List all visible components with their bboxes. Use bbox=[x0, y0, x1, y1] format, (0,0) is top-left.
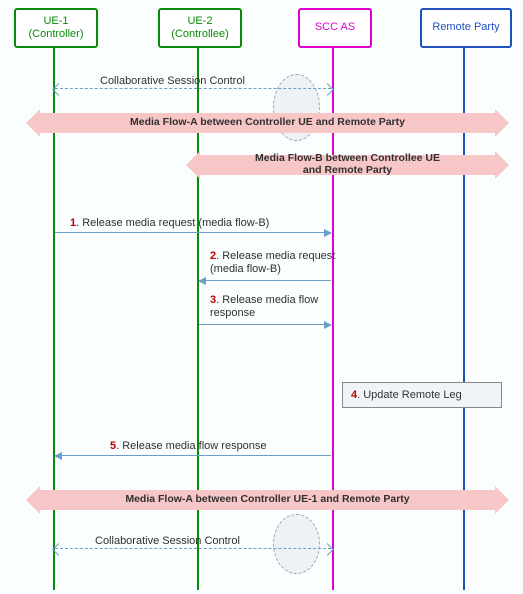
actor-ue2: UE-2 (Controllee) bbox=[158, 8, 242, 48]
msg1-line bbox=[55, 232, 331, 233]
msg3-line bbox=[199, 324, 331, 325]
msg3-text: . Release media flow response bbox=[210, 294, 318, 319]
flow-media-a-bottom: Media Flow-A between Controller UE-1 and… bbox=[40, 490, 495, 510]
msg5-text: . Release media flow response bbox=[116, 440, 266, 452]
flow-media-b: Media Flow-B between Controllee UE and R… bbox=[200, 155, 495, 175]
actor-scc-name: SCC AS bbox=[315, 21, 355, 34]
focus-ellipse-bottom bbox=[273, 514, 320, 574]
flow-control-top-label: Collaborative Session Control bbox=[100, 75, 245, 87]
flow-control-bottom bbox=[55, 548, 331, 549]
flow-media-b-label: Media Flow-B between Controllee UE and R… bbox=[251, 153, 444, 176]
msg2-line bbox=[199, 280, 331, 281]
actor-ue2-role: (Controllee) bbox=[171, 28, 228, 41]
msg5-label: 5. Release media flow response bbox=[110, 440, 267, 452]
arrowhead-left-icon bbox=[54, 452, 62, 460]
actor-scc: SCC AS bbox=[298, 8, 372, 48]
msg3-label: 3. Release media flow response bbox=[210, 294, 340, 319]
actor-remote: Remote Party bbox=[420, 8, 512, 48]
sequence-diagram: UE-1 (Controller) UE-2 (Controllee) SCC … bbox=[0, 0, 523, 594]
actor-ue1-name: UE-1 bbox=[43, 15, 68, 28]
flow-media-a-top: Media Flow-A between Controller UE and R… bbox=[40, 113, 495, 133]
msg2-text: . Release media request (media flow-B) bbox=[210, 250, 335, 275]
actor-remote-name: Remote Party bbox=[432, 21, 499, 34]
flow-control-bottom-label: Collaborative Session Control bbox=[95, 535, 240, 547]
msg1-text: . Release media request (media flow-B) bbox=[76, 217, 269, 229]
actor-ue1-role: (Controller) bbox=[28, 28, 83, 41]
arrowhead-right-icon bbox=[324, 229, 332, 237]
flow-media-a-top-label: Media Flow-A between Controller UE and R… bbox=[126, 117, 409, 129]
flow-control-top bbox=[55, 88, 331, 89]
note4-text: . Update Remote Leg bbox=[357, 389, 462, 401]
msg2-label: 2. Release media request (media flow-B) bbox=[210, 250, 340, 275]
note-update-remote-leg: 4. Update Remote Leg bbox=[342, 382, 502, 408]
msg1-label: 1. Release media request (media flow-B) bbox=[70, 217, 269, 229]
actor-ue1: UE-1 (Controller) bbox=[14, 8, 98, 48]
arrowhead-left-icon bbox=[198, 277, 206, 285]
arrowhead-right-icon bbox=[324, 321, 332, 329]
msg5-line bbox=[55, 455, 331, 456]
actor-ue2-name: UE-2 bbox=[187, 15, 212, 28]
flow-media-a-bottom-label: Media Flow-A between Controller UE-1 and… bbox=[121, 494, 413, 506]
